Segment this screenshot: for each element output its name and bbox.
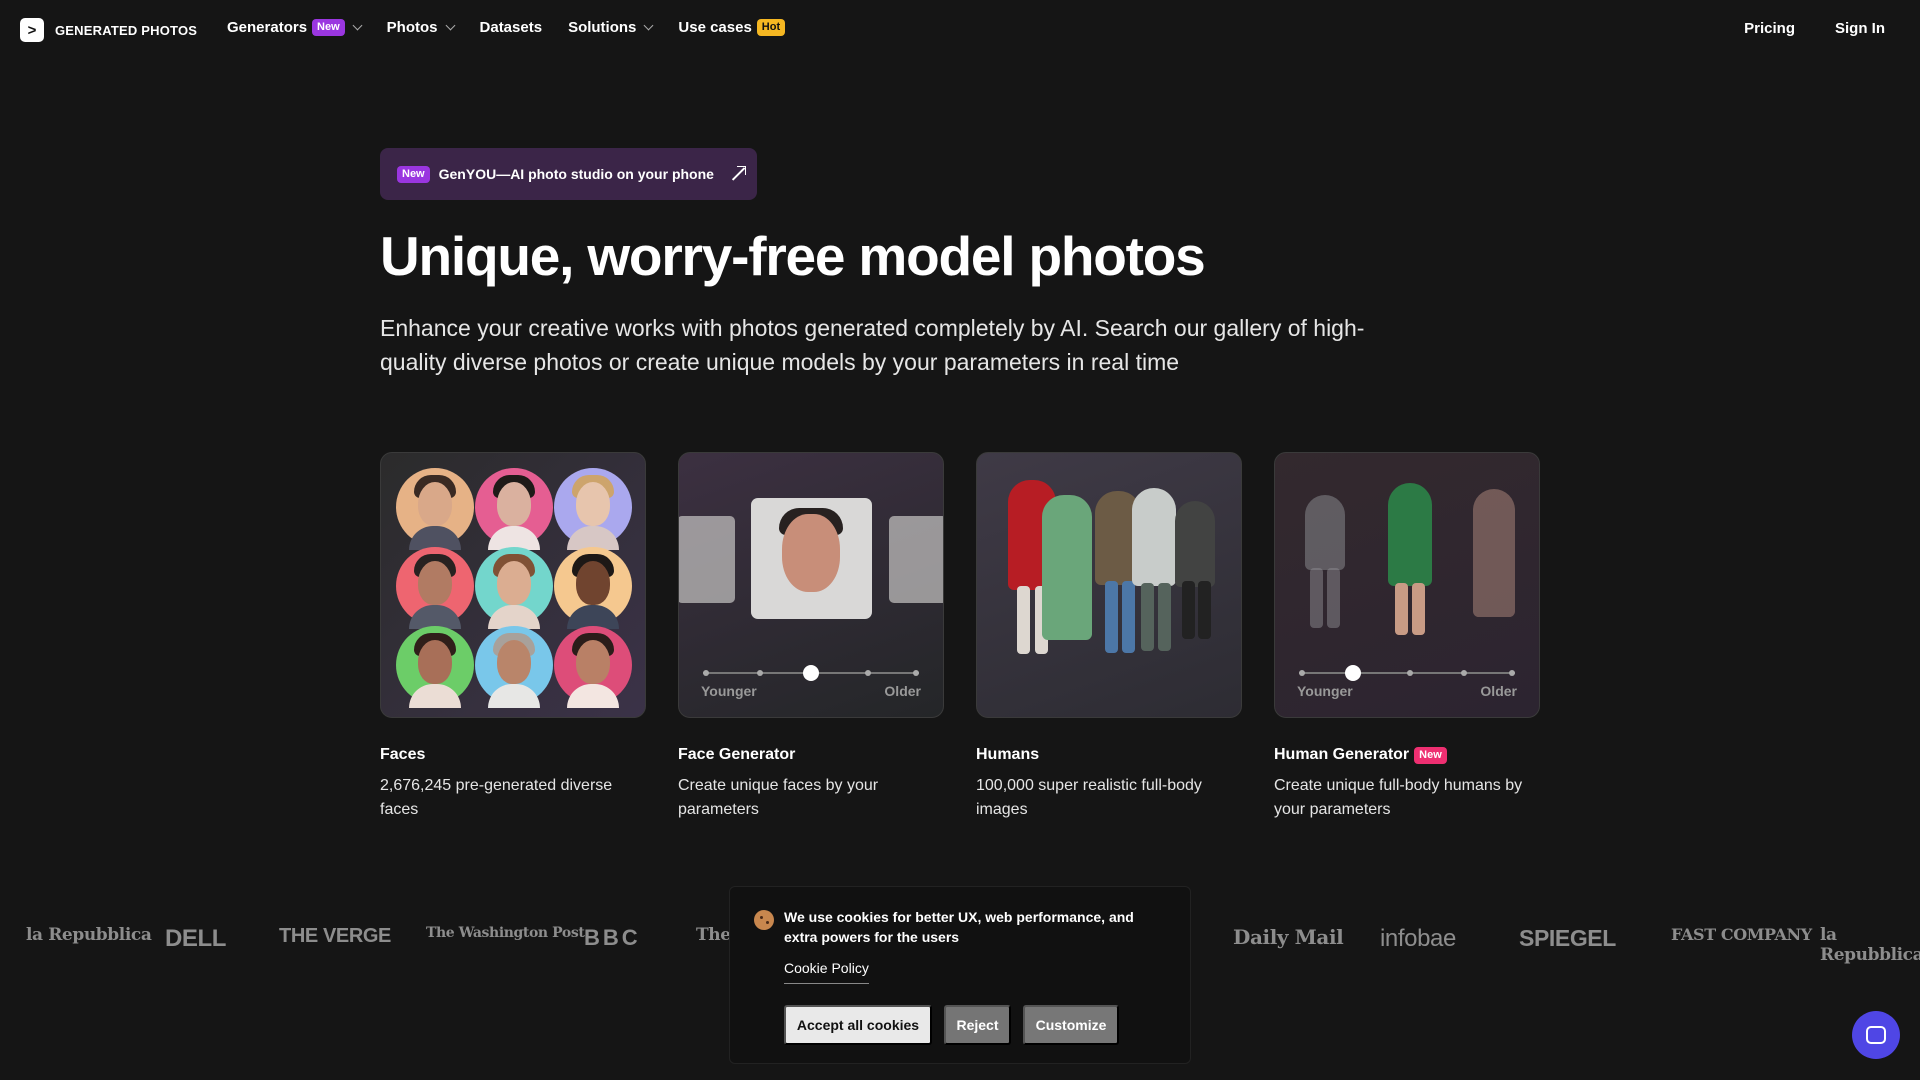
human-generator-card[interactable]: Younger Older — [1274, 452, 1540, 718]
slider-max-label: Older — [884, 683, 921, 699]
press-logo: FAST COMPANY — [1671, 925, 1812, 944]
card-description: 100,000 super realistic full-body images — [976, 777, 1202, 818]
menu-item-label: Solutions — [568, 19, 637, 36]
age-slider-knob[interactable] — [1345, 665, 1361, 681]
menu-item-label: Use cases — [678, 19, 752, 36]
face-thumbnail — [554, 547, 632, 629]
card-description: Create unique full-body humans by your p… — [1274, 777, 1523, 818]
press-logo: infobae — [1380, 925, 1456, 952]
pricing-link[interactable]: Pricing — [1744, 20, 1795, 37]
account-menu: Pricing Sign In — [1744, 20, 1885, 37]
face-preview — [751, 498, 872, 619]
slider-min-label: Younger — [1297, 683, 1353, 699]
age-slider[interactable] — [1299, 665, 1515, 681]
chevron-down-icon — [352, 20, 363, 31]
cookie-message: We use cookies for better UX, web perfor… — [784, 909, 1134, 945]
chat-icon — [1866, 1026, 1886, 1044]
press-logo: BBC — [584, 925, 641, 950]
logo-icon: > — [20, 18, 44, 42]
main-menu: Generators New Photos Datasets Solutions… — [227, 19, 811, 36]
face-thumbnail — [396, 626, 474, 708]
face-thumbnail — [396, 547, 474, 629]
menu-item-label: Photos — [386, 19, 438, 36]
face-thumbnail — [554, 468, 632, 550]
card-description: Create unique faces by your parameters — [678, 777, 879, 818]
press-logo: Daily Mail — [1233, 925, 1344, 949]
logo-text: GENERATED PHOTOS — [55, 22, 198, 38]
logo-link[interactable]: > GENERATED PHOTOS — [20, 18, 197, 42]
press-logo: SPIEGEL — [1519, 925, 1616, 951]
chevron-down-icon — [643, 20, 654, 31]
card-title[interactable]: Human Generator New — [1274, 746, 1447, 764]
card-title[interactable]: Face Generator — [678, 746, 795, 764]
card-title-text: Human Generator — [1274, 746, 1410, 763]
press-logo: la Repubblica — [1820, 925, 1920, 965]
promo-banner[interactable]: New GenYOU—AI photo studio on your phone — [380, 148, 757, 200]
card-title[interactable]: Humans — [976, 746, 1039, 764]
face-thumbnail — [475, 626, 553, 708]
menu-item-photos[interactable]: Photos — [386, 19, 455, 36]
card-title[interactable]: Faces — [380, 746, 425, 764]
promo-text: GenYOU—AI photo studio on your phone — [438, 166, 714, 182]
reject-cookies-button[interactable]: Reject — [944, 1005, 1011, 1045]
face-thumbnail — [475, 468, 553, 550]
chat-button[interactable] — [1852, 1011, 1900, 1059]
press-logo: THE VERGE — [279, 925, 391, 947]
menu-item-datasets[interactable]: Datasets — [480, 19, 543, 36]
press-logo: DELL — [165, 925, 227, 952]
hero-subtitle: Enhance your creative works with photos … — [380, 315, 1365, 375]
face-thumbnail — [554, 626, 632, 708]
press-logo: The Washington Post — [426, 925, 585, 941]
press-logo: la Repubblica — [26, 925, 152, 945]
accept-all-cookies-button[interactable]: Accept all cookies — [784, 1005, 932, 1045]
top-navigation: > GENERATED PHOTOS Generators New Photos… — [0, 0, 1920, 58]
slider-max-label: Older — [1480, 683, 1517, 699]
cookie-consent-dialog: We use cookies for better UX, web perfor… — [729, 886, 1191, 1064]
face-preview-previous — [679, 516, 735, 603]
page-title: Unique, worry-free model photos — [380, 225, 1206, 287]
chevron-down-icon — [445, 20, 455, 31]
promo-badge: New — [397, 165, 430, 183]
face-preview-next — [889, 516, 943, 603]
sign-in-link[interactable]: Sign In — [1835, 20, 1885, 37]
age-slider[interactable] — [703, 665, 919, 681]
external-arrow-icon — [728, 165, 746, 183]
menu-item-use-cases[interactable]: Use cases Hot — [678, 19, 786, 36]
customize-cookies-button[interactable]: Customize — [1023, 1005, 1119, 1045]
slider-min-label: Younger — [701, 683, 757, 699]
menu-item-label: Datasets — [479, 19, 543, 36]
menu-item-solutions[interactable]: Solutions — [568, 19, 654, 36]
cookie-policy-link[interactable]: Cookie Policy — [784, 958, 869, 984]
new-badge: New — [1414, 746, 1447, 764]
cookie-icon — [754, 910, 774, 930]
face-generator-card[interactable]: Younger Older — [678, 452, 944, 718]
face-thumbnail — [396, 468, 474, 550]
age-slider-knob[interactable] — [803, 665, 819, 681]
card-description: 2,676,245 pre-generated diverse faces — [380, 777, 613, 818]
hot-badge: Hot — [756, 19, 786, 36]
menu-item-label: Generators — [227, 19, 308, 36]
face-thumbnail — [475, 547, 553, 629]
menu-item-generators[interactable]: Generators New — [227, 19, 363, 36]
faces-card[interactable] — [380, 452, 646, 718]
humans-card[interactable] — [976, 452, 1242, 718]
new-badge: New — [312, 19, 345, 36]
